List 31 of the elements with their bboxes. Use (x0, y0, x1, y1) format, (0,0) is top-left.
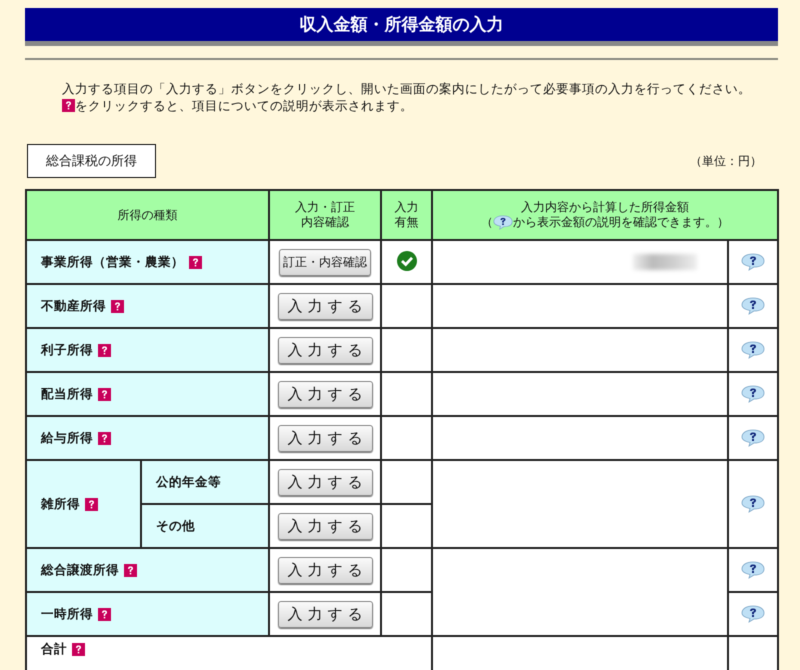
header-note: （ (481, 215, 493, 230)
income-type-label: 一時所得 (41, 606, 93, 622)
total-label: 合計 (41, 641, 67, 658)
input-button[interactable]: 入力する (278, 468, 372, 496)
income-type-label: 事業所得（営業・農業） (41, 254, 184, 270)
income-subtype-label: 公的年金等 (156, 474, 221, 488)
input-button[interactable]: 入力する (278, 292, 372, 320)
income-type-label: 利子所得 (41, 342, 93, 358)
column-header: 入力・訂正 内容確認 (269, 190, 381, 240)
column-header: 所得の種類 (26, 190, 269, 240)
column-header: 入力 有無 (381, 190, 432, 240)
unit-note: （単位：円） (690, 152, 762, 170)
income-type-label: 配当所得 (41, 386, 93, 402)
section-tab[interactable]: 総合課税の所得 (27, 144, 156, 178)
income-subtype-label: その他 (156, 518, 195, 532)
income-type-label: 不動産所得 (41, 298, 106, 314)
input-button[interactable]: 入力する (278, 556, 372, 584)
income-type-label: 雑所得 (41, 496, 80, 512)
header-note: から表示金額の説明を確認できます。） (513, 215, 729, 230)
income-type-label: 総合譲渡所得 (41, 562, 119, 578)
input-button[interactable]: 入力する (278, 424, 372, 452)
input-button[interactable]: 訂正・内容確認 (279, 248, 371, 276)
input-button[interactable]: 入力する (278, 600, 372, 628)
input-button[interactable]: 入力する (278, 380, 372, 408)
input-button[interactable]: 入力する (278, 336, 372, 364)
instruction-text: をクリックすると、項目についての説明が表示されます。 (75, 97, 413, 114)
input-button[interactable]: 入力する (278, 512, 372, 540)
window-title: 収入金額・所得金額の入力 (300, 14, 504, 36)
instruction-text: 入力する項目の「入力する」ボタンをクリックし、開いた画面の案内にしたがって必要事項の入力を行ってください。 (62, 80, 752, 97)
column-header: 入力内容から計算した所得金額 (521, 200, 689, 215)
income-type-label: 給与所得 (41, 430, 93, 446)
